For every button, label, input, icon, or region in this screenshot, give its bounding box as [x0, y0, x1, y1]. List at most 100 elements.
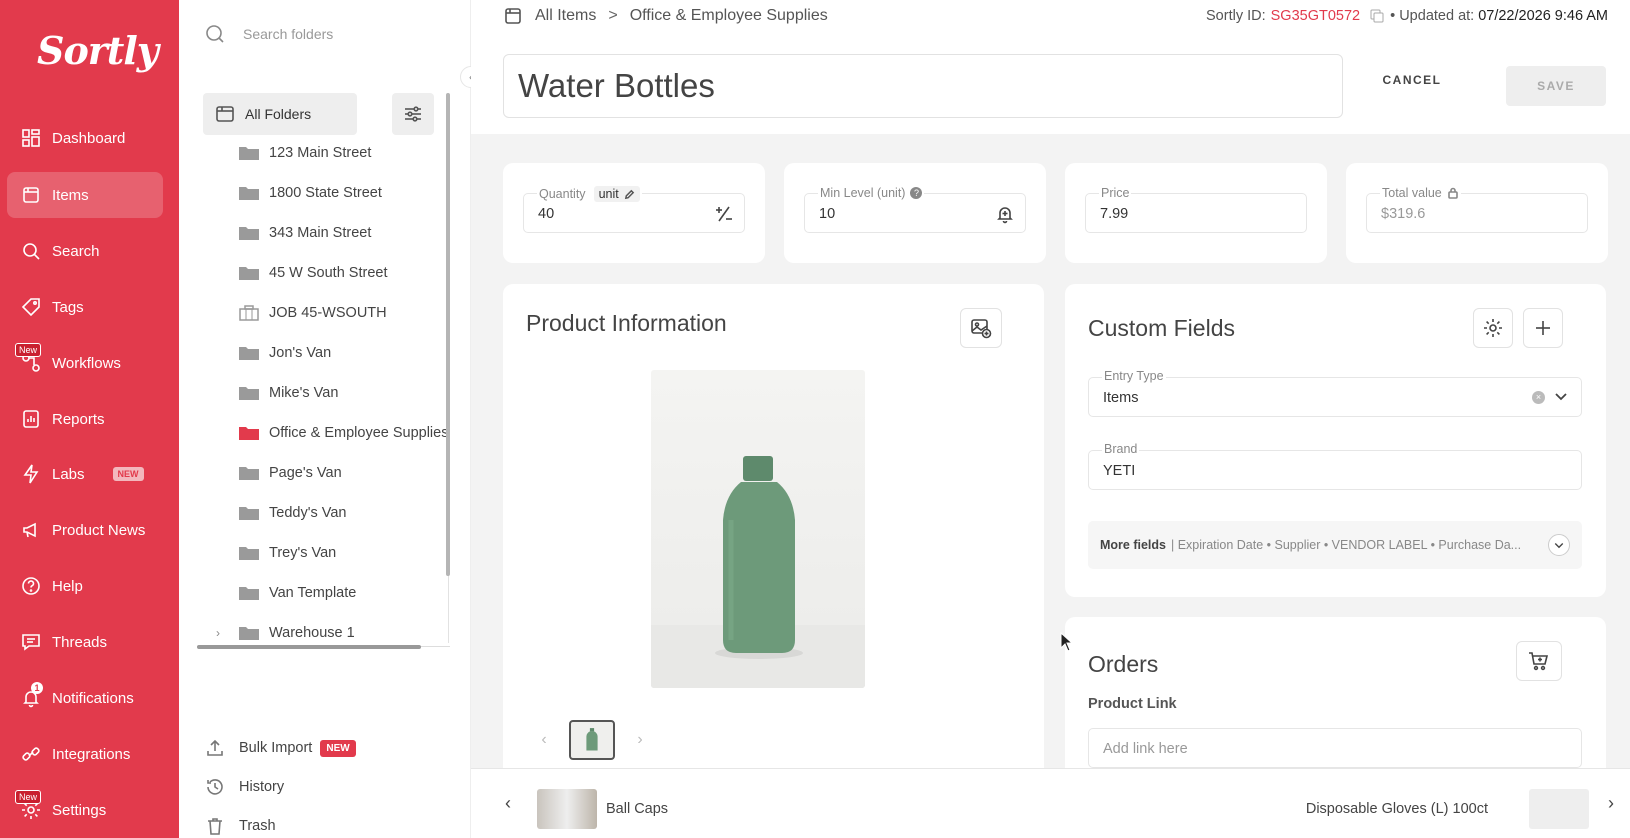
folder-name: Teddy's Van — [269, 505, 347, 521]
folder-item[interactable]: 1800 State Street — [197, 173, 447, 213]
previous-item-arrow[interactable]: ‹ — [505, 793, 511, 814]
more-fields-toggle[interactable]: More fields | Expiration Date • Supplier… — [1088, 521, 1582, 569]
trash-label: Trash — [239, 818, 276, 834]
sidebar-item-help[interactable]: Help — [7, 563, 163, 609]
folder-icon — [239, 347, 259, 360]
next-item-arrow[interactable]: › — [1608, 793, 1614, 814]
folder-item[interactable]: Office & Employee Supplies — [197, 413, 447, 453]
help-icon — [21, 576, 41, 596]
breadcrumb-current-folder[interactable]: Office & Employee Supplies — [630, 7, 828, 25]
sidebar-item-label: Settings — [52, 801, 107, 819]
folder-item[interactable]: 343 Main Street — [197, 213, 447, 253]
sidebar-item-notifications[interactable]: 1 Notifications — [7, 675, 163, 721]
sidebar-item-tags[interactable]: Tags — [7, 284, 163, 330]
next-item-thumbnail[interactable] — [1529, 789, 1589, 829]
sidebar-item-items[interactable]: Items — [7, 172, 163, 218]
folder-search[interactable]: Search folders — [205, 24, 333, 44]
carousel-prev-button[interactable]: ‹ — [525, 721, 563, 759]
unit-chip[interactable]: unit — [593, 186, 640, 202]
sortly-logo[interactable]: Sortly — [37, 28, 159, 73]
help-icon[interactable]: ? — [910, 187, 923, 199]
folder-hscrollbar[interactable] — [197, 645, 421, 649]
next-item-name[interactable]: Disposable Gloves (L) 100ct — [1306, 801, 1488, 817]
add-custom-field-button[interactable] — [1523, 308, 1563, 348]
copy-icon[interactable] — [1370, 9, 1384, 23]
folder-search-input[interactable]: Search folders — [243, 26, 333, 42]
quantity-field[interactable]: Quantity unit 40 — [523, 186, 745, 233]
megaphone-icon — [21, 520, 41, 540]
cancel-button[interactable]: CANCEL — [1371, 73, 1453, 87]
folder-item[interactable]: Page's Van — [197, 453, 447, 493]
price-field[interactable]: Price 7.99 — [1085, 186, 1307, 233]
breadcrumb-all-items[interactable]: All Items — [535, 7, 596, 25]
breadcrumb-separator: > — [608, 7, 618, 24]
sidebar-item-reports[interactable]: Reports — [7, 396, 163, 442]
min-level-value: 10 — [819, 206, 836, 222]
new-badge: New — [15, 343, 42, 357]
bulk-import-link[interactable]: Bulk Import NEW — [205, 738, 356, 758]
sidebar-item-dashboard[interactable]: Dashboard — [7, 115, 163, 161]
previous-item-thumbnail[interactable] — [537, 789, 597, 829]
product-link-input[interactable]: Add link here — [1088, 728, 1582, 768]
folder-filter-button[interactable] — [392, 93, 434, 135]
chevron-down-icon[interactable] — [1548, 534, 1570, 556]
total-value-label: Total value — [1380, 186, 1461, 200]
folder-item[interactable]: 45 W South Street — [197, 253, 447, 293]
chevron-right-icon[interactable]: › — [216, 626, 220, 640]
price-label: Price — [1099, 186, 1132, 200]
folder-scrollbar[interactable] — [446, 93, 450, 576]
trash-link[interactable]: Trash — [205, 816, 276, 836]
folder-list: 123 Main Street 1800 State Street 343 Main… — [197, 133, 447, 643]
all-folders-button[interactable]: All Folders — [203, 93, 357, 135]
search-icon — [206, 25, 224, 43]
save-button[interactable]: SAVE — [1506, 66, 1606, 106]
folder-icon — [239, 587, 259, 600]
previous-item-name[interactable]: Ball Caps — [606, 801, 668, 817]
folder-icon — [239, 467, 259, 480]
folder-item[interactable]: Jon's Van — [197, 333, 447, 373]
sidebar-item-settings[interactable]: New Settings — [7, 787, 163, 833]
sidebar-item-search[interactable]: Search — [7, 228, 163, 274]
folder-item[interactable]: 123 Main Street — [197, 133, 447, 173]
bell-plus-icon[interactable] — [995, 204, 1015, 224]
product-photo[interactable] — [651, 370, 865, 688]
history-icon — [207, 779, 223, 795]
folder-name: 45 W South Street — [269, 265, 388, 281]
folder-panel: Search folders All Folders 123 Main Stre… — [179, 0, 471, 838]
product-information-title: Product Information — [526, 310, 727, 336]
sidebar-item-label: Items — [52, 186, 89, 204]
sidebar-item-product-news[interactable]: Product News — [7, 507, 163, 553]
entry-type-select[interactable]: Entry Type Items × — [1088, 369, 1582, 417]
sidebar-item-labs[interactable]: Labs NEW — [7, 451, 163, 497]
sidebar-item-integrations[interactable]: Integrations — [7, 731, 163, 777]
lock-icon — [1447, 187, 1458, 199]
upload-icon — [207, 739, 223, 756]
history-label: History — [239, 779, 285, 795]
adjust-quantity-icon[interactable] — [714, 204, 734, 224]
add-to-cart-button[interactable] — [1516, 641, 1562, 681]
brand-field[interactable]: Brand YETI — [1088, 442, 1582, 490]
folder-item[interactable]: JOB 45-WSOUTH — [197, 293, 447, 333]
folder-item[interactable]: Van Template — [197, 573, 447, 613]
sidebar-item-workflows[interactable]: New Workflows — [7, 340, 163, 386]
more-fields-list: | Expiration Date • Supplier • VENDOR LA… — [1171, 538, 1522, 552]
add-photo-button[interactable] — [960, 308, 1002, 348]
clear-icon[interactable]: × — [1532, 391, 1545, 404]
folder-item[interactable]: › Warehouse 1 — [197, 613, 447, 643]
bulk-import-new-badge: NEW — [320, 739, 356, 757]
custom-fields-settings-button[interactable] — [1473, 308, 1513, 348]
photo-thumbnail[interactable] — [569, 720, 615, 760]
lightning-icon — [21, 464, 41, 484]
item-name-input[interactable]: Water Bottles — [503, 54, 1343, 118]
sidebar-item-threads[interactable]: Threads — [7, 619, 163, 665]
folder-item[interactable]: Mike's Van — [197, 373, 447, 413]
history-link[interactable]: History — [205, 777, 284, 797]
sortly-id-label: Sortly ID: — [1206, 8, 1266, 24]
min-level-field[interactable]: Min Level (unit)? 10 — [804, 186, 1026, 233]
folder-item[interactable]: Trey's Van — [197, 533, 447, 573]
sidebar-item-label: Help — [52, 577, 83, 595]
folder-item[interactable]: Teddy's Van — [197, 493, 447, 533]
carousel-next-button[interactable]: › — [621, 721, 659, 759]
notification-count: 1 — [31, 682, 43, 694]
chevron-down-icon[interactable] — [1553, 388, 1569, 404]
